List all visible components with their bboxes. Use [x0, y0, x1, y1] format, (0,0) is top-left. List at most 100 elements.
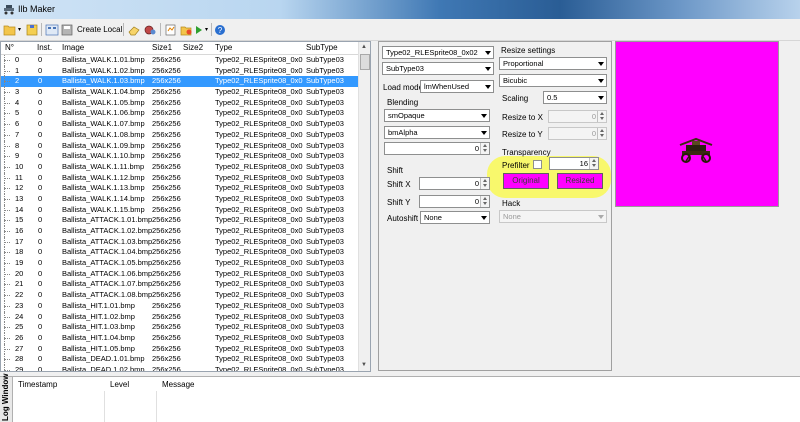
resize-filter-combo[interactable]: Bicubic: [499, 74, 607, 87]
log-col-timestamp[interactable]: Timestamp: [18, 380, 57, 389]
create-local-button[interactable]: Create Local: [61, 22, 122, 37]
log-col-level[interactable]: Level: [110, 380, 129, 389]
play-icon[interactable]: ▾: [194, 22, 208, 37]
col-number[interactable]: N°: [5, 43, 14, 52]
table-row[interactable]: 29 0 Ballista_DEAD.1.02.bmp 256x256 Type02_R…: [1, 364, 360, 371]
table-row[interactable]: 2 0 Ballista_WALK.1.03.bmp 256x256 Type02_RL…: [1, 76, 360, 88]
scaling-combo[interactable]: 0.5: [543, 91, 607, 104]
image-list-icon[interactable]: [45, 22, 59, 37]
load-mode-combo[interactable]: lmWhenUsed: [420, 80, 494, 93]
log-col-message[interactable]: Message: [162, 380, 194, 389]
document-icon[interactable]: [164, 22, 178, 37]
table-row[interactable]: 10 0 Ballista_WALK.1.11.bmp 256x256 Type02_R…: [1, 161, 360, 173]
hack-combo[interactable]: None: [499, 210, 607, 223]
table-row[interactable]: 20 0 Ballista_ATTACK.1.06.bmp 256x256 Type02…: [1, 268, 360, 280]
table-row[interactable]: 24 0 Ballista_HIT.1.02.bmp 256x256 Type02_RL…: [1, 311, 360, 323]
spin-arrows-icon[interactable]: [597, 111, 606, 122]
col-inst[interactable]: Inst.: [37, 43, 52, 52]
col-size2[interactable]: Size2: [183, 43, 203, 52]
table-row[interactable]: 17 0 Ballista_ATTACK.1.03.bmp 256x256 Type02…: [1, 236, 360, 248]
table-cell: SubType03: [306, 343, 344, 353]
col-type[interactable]: Type: [215, 43, 232, 52]
table-cell: SubType03: [306, 204, 344, 214]
prefilter-spinner[interactable]: 16: [549, 157, 599, 170]
blend-value-spinner[interactable]: 0: [384, 142, 490, 155]
resize-mode-combo[interactable]: Proportional: [499, 57, 607, 70]
table-cell: 256x256: [152, 236, 181, 246]
table-row[interactable]: 1 0 Ballista_WALK.1.02.bmp 256x256 Type02_RL…: [1, 65, 360, 77]
shift-x-label: Shift X: [387, 180, 411, 189]
open-folder-icon[interactable]: ▾: [3, 22, 21, 37]
table-row[interactable]: 19 0 Ballista_ATTACK.1.05.bmp 256x256 Type02…: [1, 258, 360, 269]
table-row[interactable]: 26 0 Ballista_HIT.1.04.bmp 256x256 Type02_RL…: [1, 332, 360, 344]
save-icon[interactable]: [25, 22, 39, 37]
original-button[interactable]: Original: [503, 173, 549, 189]
table-row[interactable]: 27 0 Ballista_HIT.1.05.bmp 256x256 Type02_RL…: [1, 343, 360, 355]
blend-alpha-combo[interactable]: bmAlpha: [384, 126, 490, 139]
col-subtype[interactable]: SubType: [306, 43, 338, 52]
table-cell: 8: [15, 140, 20, 150]
table-row[interactable]: 12 0 Ballista_WALK.1.13.bmp 256x256 Type02_R…: [1, 183, 360, 194]
table-row[interactable]: 16 0 Ballista_ATTACK.1.02.bmp 256x256 Type02…: [1, 226, 360, 237]
type-combo[interactable]: Type02_RLESprite08_0x02: [382, 46, 494, 59]
spin-arrows-icon[interactable]: [589, 158, 598, 169]
table-row[interactable]: 22 0 Ballista_ATTACK.1.08.bmp 256x256 Type02…: [1, 290, 360, 301]
table-row[interactable]: 5 0 Ballista_WALK.1.06.bmp 256x256 Type02_RL…: [1, 108, 360, 120]
table-row[interactable]: 4 0 Ballista_WALK.1.05.bmp 256x256 Type02_RL…: [1, 97, 360, 109]
table-row[interactable]: 15 0 Ballista_ATTACK.1.01.bmp 256x256 Type02…: [1, 215, 360, 226]
shift-y-spinner[interactable]: 0: [419, 195, 490, 208]
col-size1[interactable]: Size1: [152, 43, 172, 52]
table-row[interactable]: 25 0 Ballista_HIT.1.03.bmp 256x256 Type02_RL…: [1, 322, 360, 333]
table-row[interactable]: 18 0 Ballista_ATTACK.1.04.bmp 256x256 Type02…: [1, 247, 360, 259]
table-row[interactable]: 0 0 Ballista_WALK.1.01.bmp 256x256 Type02_RL…: [1, 55, 360, 66]
log-window-tab[interactable]: Log Window: [0, 374, 13, 422]
table-cell: SubType03: [306, 193, 344, 203]
scroll-down-icon[interactable]: ▼: [361, 362, 367, 368]
table-row[interactable]: 13 0 Ballista_WALK.1.14.bmp 256x256 Type02_R…: [1, 193, 360, 205]
blend-op-combo[interactable]: smOpaque: [384, 109, 490, 122]
resize-y-spinner[interactable]: 0: [548, 127, 607, 140]
help-icon[interactable]: ?: [214, 22, 226, 37]
settings-gear-icon[interactable]: [143, 22, 157, 37]
table-cell: 0: [38, 87, 43, 97]
table-cell: SubType03: [306, 172, 344, 182]
table-row[interactable]: 7 0 Ballista_WALK.1.08.bmp 256x256 Type02_RL…: [1, 129, 360, 141]
table-row[interactable]: 9 0 Ballista_WALK.1.10.bmp 256x256 Type02_RL…: [1, 151, 360, 162]
table-cell: 19: [15, 258, 24, 268]
table-cell: SubType03: [306, 87, 344, 97]
table-cell: 22: [15, 290, 24, 300]
scroll-thumb[interactable]: [360, 54, 370, 70]
title-bar[interactable]: Ilb Maker: [0, 0, 800, 19]
shift-x-spinner[interactable]: 0: [419, 177, 490, 190]
table-row[interactable]: 14 0 Ballista_WALK.1.15.bmp 256x256 Type02_R…: [1, 204, 360, 216]
table-row[interactable]: 21 0 Ballista_ATTACK.1.07.bmp 256x256 Type02…: [1, 279, 360, 291]
image-list[interactable]: N° Inst. Image Size1 Size2 Type SubType …: [0, 41, 371, 372]
col-image[interactable]: Image: [62, 43, 84, 52]
table-row[interactable]: 11 0 Ballista_WALK.1.12.bmp 256x256 Type02_R…: [1, 172, 360, 184]
resize-x-spinner[interactable]: 0: [548, 110, 607, 123]
autoshift-combo[interactable]: None: [420, 211, 490, 224]
spin-arrows-icon[interactable]: [480, 196, 489, 207]
spin-arrows-icon[interactable]: [597, 128, 606, 139]
scroll-up-icon[interactable]: ▲: [361, 44, 367, 50]
table-cell: 256x256: [152, 172, 181, 182]
table-cell: 14: [15, 204, 24, 214]
spin-arrows-icon[interactable]: [480, 178, 489, 189]
table-row[interactable]: 6 0 Ballista_WALK.1.07.bmp 256x256 Type02_RL…: [1, 119, 360, 130]
table-row[interactable]: 28 0 Ballista_DEAD.1.01.bmp 256x256 Type02_R…: [1, 354, 360, 365]
prefilter-checkbox[interactable]: [533, 160, 542, 169]
table-row[interactable]: 8 0 Ballista_WALK.1.09.bmp 256x256 Type02_RL…: [1, 140, 360, 152]
export-icon[interactable]: [179, 22, 193, 37]
table-row[interactable]: 3 0 Ballista_WALK.1.04.bmp 256x256 Type02_RL…: [1, 87, 360, 98]
app-icon: [4, 5, 14, 15]
subtype-combo[interactable]: SubType03: [382, 62, 494, 75]
eraser-icon[interactable]: [127, 22, 141, 37]
sprite-settings-panel: Type02_RLESprite08_0x02 SubType03 Load m…: [378, 41, 612, 371]
vertical-scrollbar[interactable]: ▲ ▼: [358, 42, 370, 371]
table-row[interactable]: 23 0 Ballista_HIT.1.01.bmp 256x256 Type02_RL…: [1, 300, 360, 312]
spin-arrows-icon[interactable]: [480, 143, 489, 154]
table-cell: 24: [15, 311, 24, 321]
table-cell: Ballista_WALK.1.09.bmp: [62, 140, 145, 150]
resized-button[interactable]: Resized: [557, 173, 603, 189]
table-cell: 256x256: [152, 183, 181, 193]
